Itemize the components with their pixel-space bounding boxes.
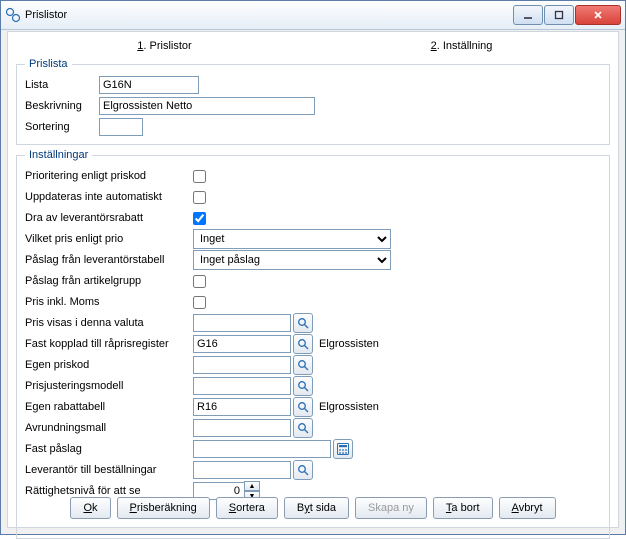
calc-fast-paslag[interactable] [333,439,353,459]
skapa-ny-button: Skapa ny [355,497,427,519]
lookup-egen-rabatt[interactable] [293,397,313,417]
page-tabs: 1. Prislistor 2. Inställning [16,36,610,56]
group-installningar-legend: Inställningar [25,149,92,161]
lookup-fast-kopplad[interactable] [293,334,313,354]
label-pris-moms: Pris inkl. Moms [25,296,193,308]
label-vilket: Vilket pris enligt prio [25,233,193,245]
label-egen-priskod: Egen priskod [25,359,193,371]
input-beskrivning[interactable] [99,97,315,115]
input-egen-rabatt[interactable] [193,398,291,416]
group-prislista: Prislista Lista Beskrivning Sortering [16,58,610,145]
label-pris-valuta: Pris visas i denna valuta [25,317,193,329]
client-area: 1. Prislistor 2. Inställning Prislista L… [7,31,619,528]
label-prioritering: Prioritering enligt priskod [25,170,193,182]
label-uppdateras: Uppdateras inte automatiskt [25,191,193,203]
label-dra: Dra av leverantörsrabatt [25,212,193,224]
text-fast-kopplad-after: Elgrossisten [319,338,379,350]
checkbox-pris-moms[interactable] [193,296,206,309]
ok-button[interactable]: Ok [70,497,110,519]
label-paslag-lev: Påslag från leverantörstabell [25,254,193,266]
window-title: Prislistor [25,9,512,21]
input-egen-priskod[interactable] [193,356,291,374]
input-fast-kopplad[interactable] [193,335,291,353]
spin-up[interactable]: ▲ [244,481,260,491]
label-egen-rabatt: Egen rabattabell [25,401,193,413]
checkbox-paslag-art[interactable] [193,275,206,288]
label-leverantor: Leverantör till beställningar [25,464,193,476]
input-prisjust[interactable] [193,377,291,395]
tab-installning[interactable]: 2. Inställning [313,36,610,56]
maximize-button[interactable] [544,5,574,25]
app-icon [5,7,21,23]
select-paslag-lev[interactable]: Inget påslag [193,250,391,270]
minimize-button[interactable] [513,5,543,25]
sortera-button[interactable]: Sortera [216,497,278,519]
input-sortering[interactable] [99,118,143,136]
lookup-avrundning[interactable] [293,418,313,438]
window: Prislistor 1. Prislistor 2. Inställning … [0,0,626,535]
text-egen-rabatt-after: Elgrossisten [319,401,379,413]
label-prisjust: Prisjusteringsmodell [25,380,193,392]
button-bar: Ok Prisberäkning Sortera Byt sida Skapa … [8,497,618,519]
close-button[interactable] [575,5,621,25]
lookup-leverantor[interactable] [293,460,313,480]
label-lista: Lista [25,79,99,91]
tab-prislistor[interactable]: 1. Prislistor [16,36,313,56]
group-installningar: Inställningar Prioritering enligt prisko… [16,149,610,539]
checkbox-dra[interactable] [193,212,206,225]
label-rattighet: Rättighetsnivå för att se [25,485,193,497]
checkbox-prioritering[interactable] [193,170,206,183]
input-leverantor[interactable] [193,461,291,479]
byt-sida-button[interactable]: Byt sida [284,497,349,519]
lookup-pris-valuta[interactable] [293,313,313,333]
input-fast-paslag[interactable] [193,440,331,458]
titlebar: Prislistor [1,1,625,30]
label-fast-kopplad: Fast kopplad till råprisregister [25,338,193,350]
label-fast-paslag: Fast påslag [25,443,193,455]
lookup-prisjust[interactable] [293,376,313,396]
select-vilket[interactable]: Inget [193,229,391,249]
input-avrundning[interactable] [193,419,291,437]
label-beskrivning: Beskrivning [25,100,99,112]
input-pris-valuta[interactable] [193,314,291,332]
lookup-egen-priskod[interactable] [293,355,313,375]
prisberakning-button[interactable]: Prisberäkning [117,497,210,519]
ta-bort-button[interactable]: Ta bort [433,497,493,519]
checkbox-uppdateras[interactable] [193,191,206,204]
label-avrundning: Avrundningsmall [25,422,193,434]
group-prislista-legend: Prislista [25,58,72,70]
input-lista[interactable] [99,76,199,94]
label-sortering: Sortering [25,121,99,133]
label-paslag-art: Påslag från artikelgrupp [25,275,193,287]
avbryt-button[interactable]: Avbryt [499,497,556,519]
